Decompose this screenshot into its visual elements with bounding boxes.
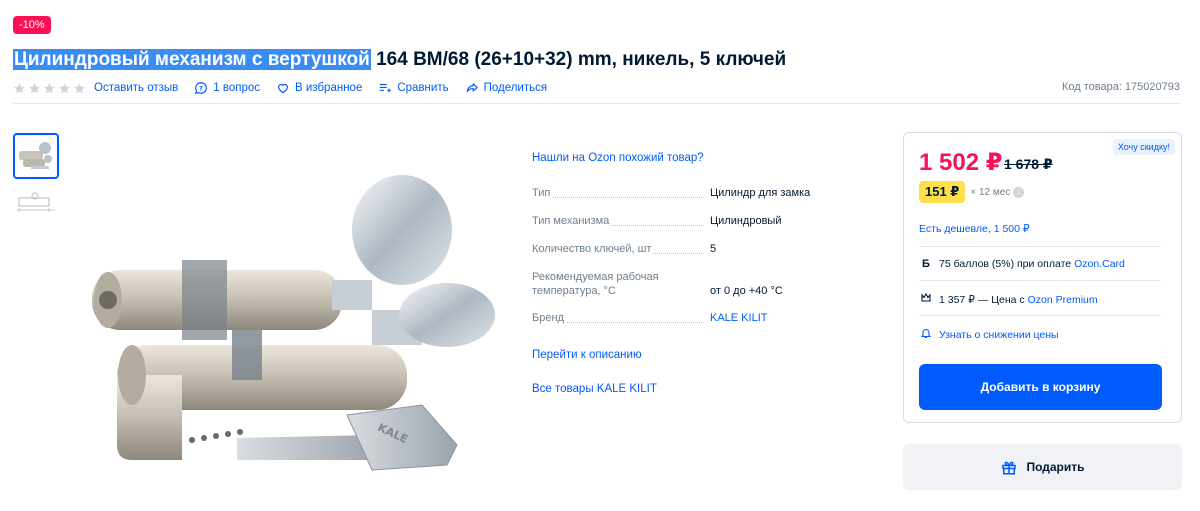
premium-text: 1 357 ₽ — Цена с — [939, 293, 1025, 306]
ozon-premium-link[interactable]: Ozon Premium — [1028, 294, 1098, 306]
questions-label: 1 вопрос — [213, 82, 261, 94]
card-points-row: Б 75 баллов (5%) при оплате Ozon.Card — [919, 258, 1125, 270]
spec-key: Рекомендуемая рабочая температура, °C — [532, 271, 659, 297]
title-selected-text: Цилиндровый механизм с вертушкой — [13, 49, 371, 70]
similar-product-link[interactable]: Нашли на Ozon похожий товар? — [532, 152, 704, 164]
buy-card: Хочу скидку! 1 502 ₽ 1 678 ₽ 151 ₽ × 12 … — [903, 132, 1182, 423]
card-divider — [919, 246, 1161, 247]
gallery-thumbnail-active[interactable] — [13, 133, 59, 179]
star-icon — [44, 82, 55, 93]
rating-stars[interactable] — [13, 82, 86, 95]
product-meta-row: Оставить отзыв ? 1 вопрос В избранное Ср… — [13, 78, 563, 98]
spec-key: Бренд — [532, 311, 710, 325]
add-to-favorites-link[interactable]: В избранное — [276, 81, 362, 95]
all-brand-goods-link[interactable]: Все товары KALE KILIT — [532, 383, 657, 395]
premium-crown-icon — [919, 292, 933, 307]
spec-key: Количество ключей, шт — [532, 242, 710, 256]
bell-icon — [919, 327, 933, 342]
share-label: Поделиться — [483, 82, 548, 94]
premium-price-row: 1 357 ₽ — Цена с Ozon Premium — [919, 292, 1098, 307]
title-rest-text: 164 BM/68 (26+10+32) mm, никель, 5 ключе… — [370, 49, 787, 70]
card-divider — [919, 315, 1161, 316]
favorite-label: В избранное — [295, 82, 363, 94]
old-price: 1 678 ₽ — [1004, 156, 1053, 172]
spec-value: Цилиндр для замка — [710, 187, 811, 199]
product-sku: Код товара: 175020793 — [1061, 81, 1180, 93]
installment-months: × 12 мес — [970, 186, 1011, 198]
gift-button[interactable]: Подарить — [903, 444, 1182, 490]
installment-info[interactable]: 151 ₽ × 12 мес i — [919, 181, 1025, 203]
star-icon — [14, 82, 25, 93]
question-bubble-icon: ? — [195, 82, 208, 95]
compare-list-icon — [380, 83, 392, 93]
spec-value: от 0 до +40 °C — [710, 285, 783, 297]
spec-row: Рекомендуемая рабочая температура, °C от… — [532, 270, 862, 298]
want-discount-button[interactable]: Хочу скидку! — [1112, 139, 1175, 155]
lock-cylinder-thumbnail-image — [19, 142, 52, 169]
technical-drawing-image — [17, 192, 55, 212]
points-icon: Б — [922, 258, 930, 270]
share-link[interactable]: Поделиться — [465, 81, 548, 95]
compare-link[interactable]: Сравнить — [378, 81, 449, 95]
brand-link[interactable]: KALE KILIT — [710, 311, 767, 325]
spec-row: Тип механизма Цилиндровый — [532, 214, 862, 228]
leave-review-link[interactable]: Оставить отзыв — [94, 82, 178, 94]
price-drop-notify-link[interactable]: Узнать о снижении цены — [919, 327, 1059, 342]
cheaper-offer-link[interactable]: Есть дешевле, 1 500 ₽ — [919, 223, 1030, 235]
spec-value: Цилиндровый — [710, 215, 782, 227]
spec-key: Тип механизма — [532, 214, 710, 228]
header-divider — [13, 103, 1180, 104]
spec-row: Тип Цилиндр для замка — [532, 186, 862, 200]
spec-value: 5 — [710, 243, 717, 255]
spec-list: Тип Цилиндр для замка Тип механизма Цили… — [532, 186, 862, 325]
spec-row: Бренд KALE KILIT — [532, 311, 862, 325]
gallery-thumbnail-drawing[interactable] — [15, 190, 57, 214]
heart-icon — [278, 83, 288, 94]
questions-link[interactable]: ? 1 вопрос — [194, 81, 260, 95]
svg-text:?: ? — [199, 84, 203, 92]
go-to-description-link[interactable]: Перейти к описанию — [532, 349, 642, 361]
spec-row: Количество ключей, шт 5 — [532, 242, 862, 256]
star-icon — [59, 82, 70, 93]
compare-label: Сравнить — [397, 82, 449, 94]
info-icon[interactable]: i — [1013, 186, 1025, 198]
product-main-image[interactable]: KALE — [72, 160, 512, 500]
share-arrow-icon — [466, 83, 478, 93]
notify-label: Узнать о снижении цены — [939, 328, 1059, 341]
star-icon — [74, 82, 85, 93]
current-price: 1 502 ₽ — [919, 149, 1003, 176]
card-divider — [919, 280, 1161, 281]
add-to-cart-button[interactable]: Добавить в корзину — [919, 364, 1162, 410]
installment-value: 151 ₽ — [919, 181, 966, 203]
ozon-card-link[interactable]: Ozon.Card — [1074, 258, 1125, 270]
spec-key: Тип — [532, 186, 710, 200]
star-icon — [29, 82, 40, 93]
points-text: 75 баллов (5%) при оплате — [939, 258, 1072, 270]
product-title: Цилиндровый механизм с вертушкой 164 BM/… — [13, 47, 786, 73]
discount-badge: -10% — [13, 16, 51, 34]
gift-icon — [1002, 461, 1017, 475]
gift-label: Подарить — [1026, 460, 1085, 474]
